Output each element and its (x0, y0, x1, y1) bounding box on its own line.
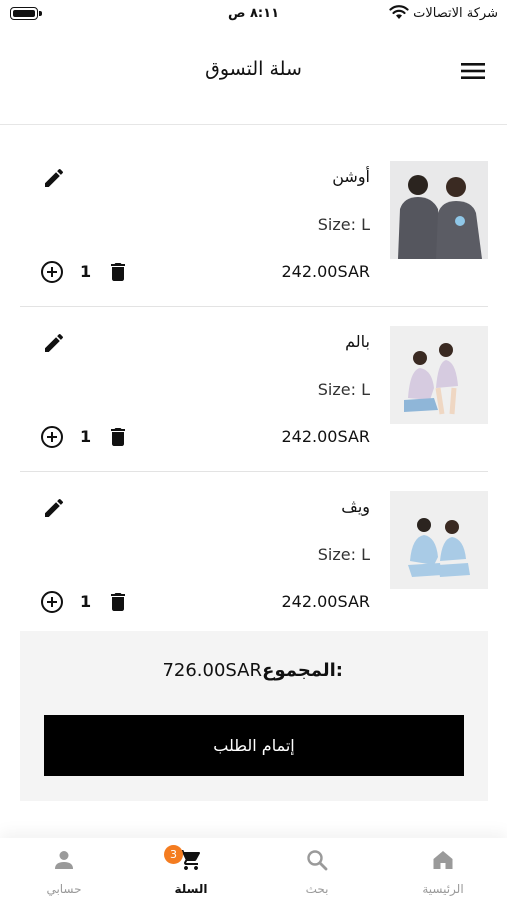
product-price: 242.00SAR (281, 592, 371, 611)
search-icon (307, 850, 328, 871)
carrier-name: شركة الاتصالات (413, 6, 498, 21)
app-header: سلة التسوق (0, 42, 507, 100)
tab-search[interactable]: بحث (272, 838, 362, 900)
order-summary: المجموع: 726.00SAR إتمام الطلب (20, 631, 488, 801)
tab-account[interactable]: حسابي (19, 838, 109, 900)
pencil-edit-icon[interactable] (42, 166, 66, 190)
checkout-button[interactable]: إتمام الطلب (44, 715, 464, 776)
trash-icon[interactable] (106, 260, 130, 284)
product-name: ويڤ (341, 497, 370, 516)
trash-icon[interactable] (106, 590, 130, 614)
product-name: أوشن (332, 167, 370, 186)
product-image[interactable] (390, 161, 488, 259)
cart-item: ويڤ Size: L 242.00SAR 1 (20, 472, 488, 637)
plus-circle-icon[interactable] (40, 425, 64, 449)
pencil-edit-icon[interactable] (42, 496, 66, 520)
tab-cart[interactable]: 3 السلة (146, 838, 236, 900)
product-price: 242.00SAR (281, 427, 371, 446)
page-title: سلة التسوق (205, 58, 302, 80)
product-size: Size: L (317, 545, 370, 564)
header-divider (0, 124, 507, 125)
pencil-edit-icon[interactable] (42, 331, 66, 355)
plus-circle-icon[interactable] (40, 590, 64, 614)
cart-count-badge: 3 (164, 845, 183, 864)
plus-circle-icon[interactable] (40, 260, 64, 284)
person-icon (55, 851, 73, 869)
tab-home-label: الرئيسية (422, 882, 464, 896)
product-name: بالم (345, 332, 370, 351)
total-value: 726.00SAR (162, 660, 262, 681)
product-price: 242.00SAR (281, 262, 371, 281)
wifi-icon (389, 5, 409, 19)
trash-icon[interactable] (106, 425, 130, 449)
tab-home[interactable]: الرئيسية (398, 838, 488, 900)
quantity-value: 1 (80, 592, 92, 611)
product-size: Size: L (317, 215, 370, 234)
home-icon (433, 851, 453, 869)
cart-list: أوشن Size: L 242.00SAR 1 بالم Size: L 24… (20, 142, 488, 637)
cart-item: أوشن Size: L 242.00SAR 1 (20, 142, 488, 307)
hamburger-menu-icon[interactable] (461, 60, 485, 82)
product-image[interactable] (390, 491, 488, 589)
status-bar: ٨:١١ ص شركة الاتصالات (0, 0, 507, 28)
product-size: Size: L (317, 380, 370, 399)
quantity-value: 1 (80, 262, 92, 281)
tab-account-label: حسابي (46, 882, 82, 896)
bottom-tab-bar: الرئيسية بحث 3 السلة حسابي (0, 838, 507, 900)
tab-cart-label: السلة (174, 882, 208, 896)
tab-search-label: بحث (305, 882, 329, 896)
quantity-value: 1 (80, 427, 92, 446)
total-label: المجموع: (262, 660, 343, 681)
cart-item: بالم Size: L 242.00SAR 1 (20, 307, 488, 472)
product-image[interactable] (390, 326, 488, 424)
